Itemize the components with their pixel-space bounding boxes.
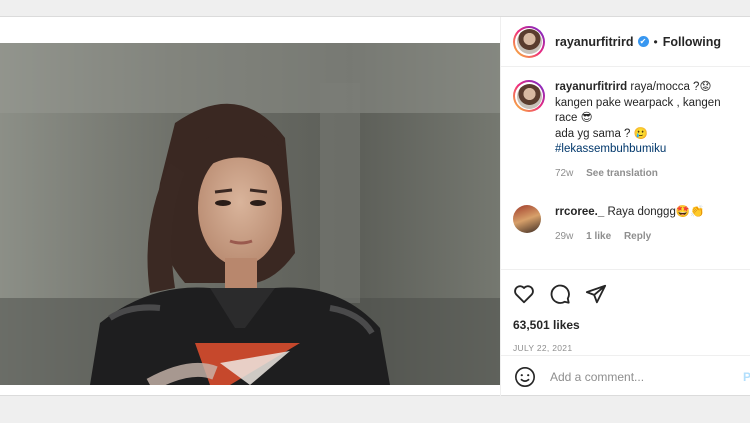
reply-button[interactable]: Reply [624, 231, 651, 242]
post-side-panel: rayanurfitrird ✔ • Following rayanurfitr… [500, 17, 750, 397]
photo-illustration [0, 43, 500, 385]
post-date: JULY 22, 2021 [513, 343, 573, 353]
caption: rayanurfitrird raya/mocca ?😟 kangen pake… [513, 80, 739, 181]
caption-hashtag[interactable]: #lekassembuhbumiku [555, 142, 739, 158]
caption-body: rayanurfitrird raya/mocca ?😟 kangen pake… [555, 80, 739, 181]
post-actions: 63,501 likes JULY 22, 2021 [501, 269, 750, 355]
caption-age[interactable]: 72w [555, 168, 573, 179]
post-header: rayanurfitrird ✔ • Following [501, 17, 750, 67]
author-username[interactable]: rayanurfitrird [555, 35, 634, 49]
comment-meta: 29w 1 like Reply [555, 229, 705, 245]
caption-line2: kangen pake wearpack , kangen race 😎 [555, 96, 721, 125]
caption-line3: ada yg sama ? 🥲 [555, 127, 648, 140]
post-photo[interactable] [0, 43, 500, 385]
caption-meta: 72w See translation [555, 166, 739, 182]
share-icon[interactable] [585, 283, 607, 305]
comment-body: rrcoree._ Raya donggg🤩👏 29w 1 like Reply [555, 205, 705, 244]
caption-username[interactable]: rayanurfitrird [555, 81, 627, 93]
post-comment-button[interactable]: P [743, 370, 750, 384]
comment-age[interactable]: 29w [555, 231, 573, 242]
verified-icon: ✔ [637, 36, 649, 47]
heart-icon[interactable] [513, 283, 535, 305]
action-icons [513, 282, 739, 306]
emoji-icon[interactable] [514, 366, 536, 388]
see-translation-link[interactable]: See translation [586, 168, 658, 179]
add-comment-input[interactable]: Add a comment... [550, 370, 644, 384]
author-avatar[interactable] [513, 25, 545, 58]
instagram-post-view: rayanurfitrird ✔ • Following rayanurfitr… [0, 0, 750, 423]
following-button[interactable]: Following [663, 35, 721, 49]
post-card: rayanurfitrird ✔ • Following rayanurfitr… [0, 16, 750, 397]
comment-text: Raya donggg🤩👏 [607, 206, 705, 218]
caption-line1: raya/mocca ?😟 [630, 81, 712, 93]
commenter-avatar[interactable] [513, 205, 541, 233]
comments-list[interactable]: rayanurfitrird raya/mocca ?😟 kangen pake… [501, 68, 750, 268]
commenter-username[interactable]: rrcoree._ [555, 206, 604, 218]
comment-icon[interactable] [549, 283, 571, 305]
comment-like-count[interactable]: 1 like [586, 231, 611, 242]
likes-count[interactable]: 63,501 likes [513, 318, 739, 332]
caption-avatar[interactable] [513, 80, 545, 112]
header-separator: • [653, 34, 658, 49]
comment-composer: Add a comment... P [501, 355, 750, 397]
comment-item: rrcoree._ Raya donggg🤩👏 29w 1 like Reply [513, 205, 739, 244]
